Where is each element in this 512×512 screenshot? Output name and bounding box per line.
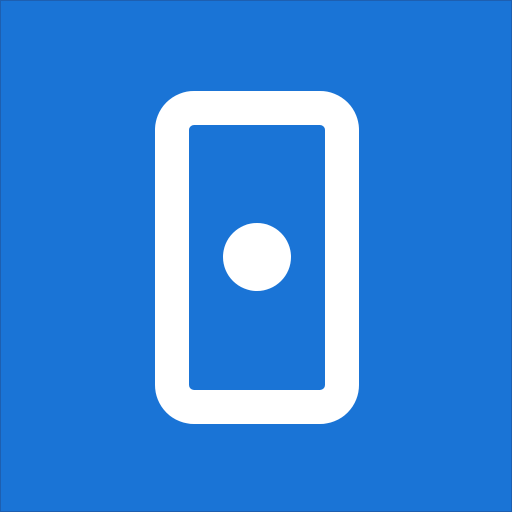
app-icon-tile[interactable] bbox=[0, 0, 512, 512]
door-icon bbox=[155, 91, 359, 424]
door-knob bbox=[223, 223, 291, 291]
